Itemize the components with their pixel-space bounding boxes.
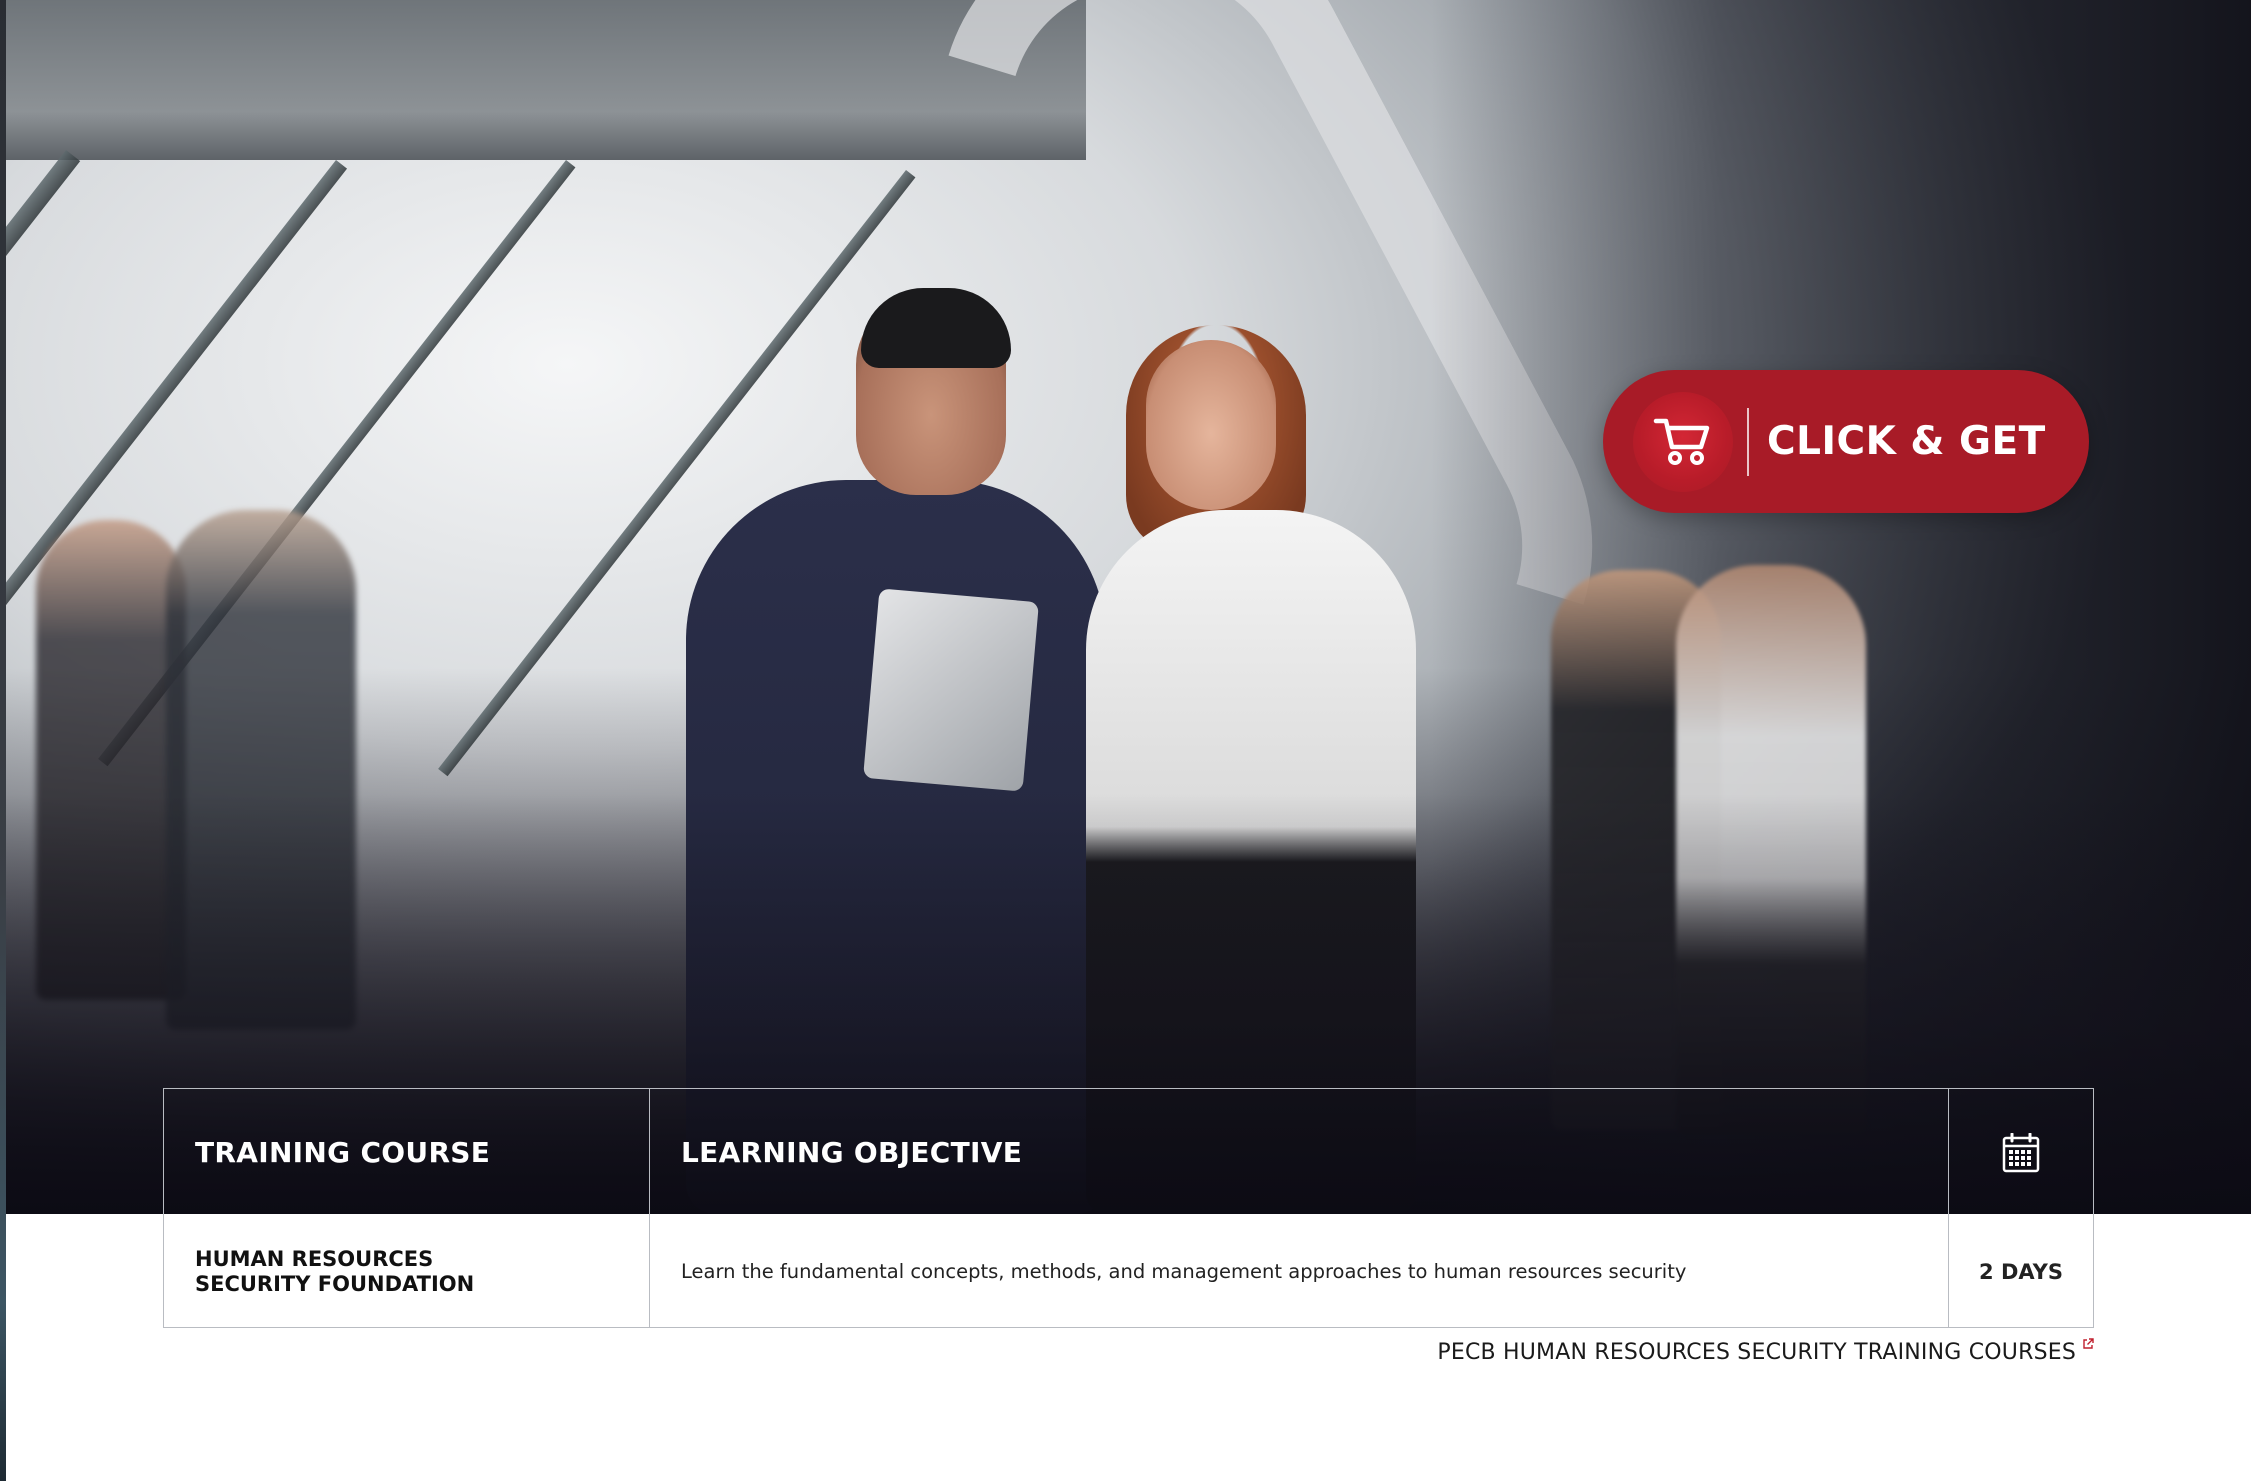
- header-training-course: TRAINING COURSE: [195, 1136, 491, 1169]
- cta-label: CLICK & GET: [1767, 419, 2046, 464]
- course-name: HUMAN RESOURCES SECURITY FOUNDATION: [195, 1246, 475, 1296]
- table-header-row: TRAINING COURSE LEARNING OBJECTIVE: [164, 1089, 2093, 1216]
- hero-image: [6, 0, 2251, 1214]
- man-hair: [861, 288, 1011, 368]
- learning-objective-text: Learn the fundamental concepts, methods,…: [681, 1260, 1687, 1283]
- table-row: HUMAN RESOURCES SECURITY FOUNDATION Lear…: [164, 1216, 2093, 1327]
- cell-duration: 2 DAYS: [1948, 1216, 2093, 1327]
- header-learning-objective: LEARNING OBJECTIVE: [681, 1136, 1023, 1169]
- woman-head: [1146, 340, 1276, 510]
- course-duration: 2 DAYS: [1979, 1259, 2063, 1284]
- hero-ceiling: [6, 0, 1086, 160]
- header-cell-objective: LEARNING OBJECTIVE: [649, 1089, 1948, 1216]
- external-link-icon: [2083, 1338, 2094, 1349]
- cell-objective: Learn the fundamental concepts, methods,…: [649, 1216, 1948, 1327]
- calendar-icon: [2002, 1132, 2040, 1172]
- tablet: [863, 588, 1039, 792]
- header-cell-course: TRAINING COURSE: [164, 1089, 649, 1216]
- pecb-training-courses-link[interactable]: PECB HUMAN RESOURCES SECURITY TRAINING C…: [1437, 1338, 2094, 1365]
- cart-icon-circle: [1633, 392, 1733, 492]
- click-and-get-button[interactable]: CLICK & GET: [1603, 370, 2089, 513]
- cell-course: HUMAN RESOURCES SECURITY FOUNDATION: [164, 1216, 649, 1327]
- training-course-table: TRAINING COURSE LEARNING OBJECTIVE HUMAN…: [163, 1088, 2094, 1328]
- shopping-cart-icon: [1653, 418, 1710, 465]
- cta-divider: [1747, 408, 1749, 476]
- footer-link-label: PECB HUMAN RESOURCES SECURITY TRAINING C…: [1437, 1340, 2076, 1365]
- header-cell-duration: [1948, 1089, 2093, 1216]
